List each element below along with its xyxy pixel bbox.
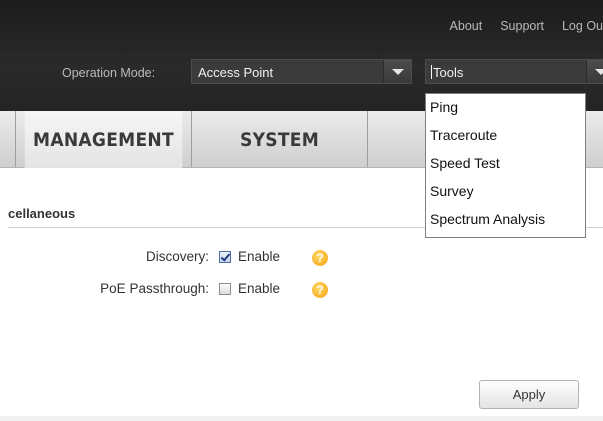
help-icon[interactable]: ? xyxy=(312,282,328,298)
dropdown-arrow-icon[interactable] xyxy=(383,60,411,83)
poe-passthrough-enable-label: Enable xyxy=(238,281,281,296)
operation-mode-value: Access Point xyxy=(198,65,274,80)
section-title: cellaneous xyxy=(8,206,76,221)
tab-divider xyxy=(191,111,192,167)
text-caret xyxy=(431,65,432,79)
poe-passthrough-checkbox[interactable] xyxy=(219,283,231,295)
tools-option-speed-test[interactable]: Speed Test xyxy=(430,155,500,171)
poe-passthrough-label: PoE Passthrough: xyxy=(100,281,209,296)
top-links: About Support Log Ou xyxy=(432,19,603,33)
tools-option-spectrum-analysis[interactable]: Spectrum Analysis xyxy=(430,211,545,227)
tools-option-traceroute[interactable]: Traceroute xyxy=(430,127,497,143)
bottom-bar xyxy=(0,416,603,421)
tools-option-ping[interactable]: Ping xyxy=(430,99,458,115)
tab-management[interactable]: MANAGEMENT xyxy=(24,111,183,168)
tab-divider xyxy=(367,111,368,167)
tab-divider xyxy=(15,111,16,167)
logout-link[interactable]: Log Ou xyxy=(562,19,603,33)
support-link[interactable]: Support xyxy=(500,19,544,33)
tab-system[interactable]: SYSTEM xyxy=(201,111,359,167)
tools-select[interactable]: Tools xyxy=(425,59,603,84)
dropdown-arrow-icon[interactable] xyxy=(586,60,603,83)
discovery-label: Discovery: xyxy=(145,249,209,264)
tools-value-wrapper: Tools xyxy=(431,65,463,80)
about-link[interactable]: About xyxy=(450,19,483,33)
tools-option-survey[interactable]: Survey xyxy=(430,183,474,199)
help-icon[interactable]: ? xyxy=(312,250,328,266)
operation-mode-select[interactable]: Access Point xyxy=(191,59,412,84)
tools-dropdown-list: Ping Traceroute Speed Test Survey Spectr… xyxy=(425,93,586,238)
tools-value: Tools xyxy=(433,65,464,80)
discovery-enable-label: Enable xyxy=(238,249,281,264)
apply-button[interactable]: Apply xyxy=(479,380,579,409)
operation-mode-label: Operation Mode: xyxy=(62,66,156,80)
discovery-checkbox[interactable] xyxy=(219,251,231,263)
